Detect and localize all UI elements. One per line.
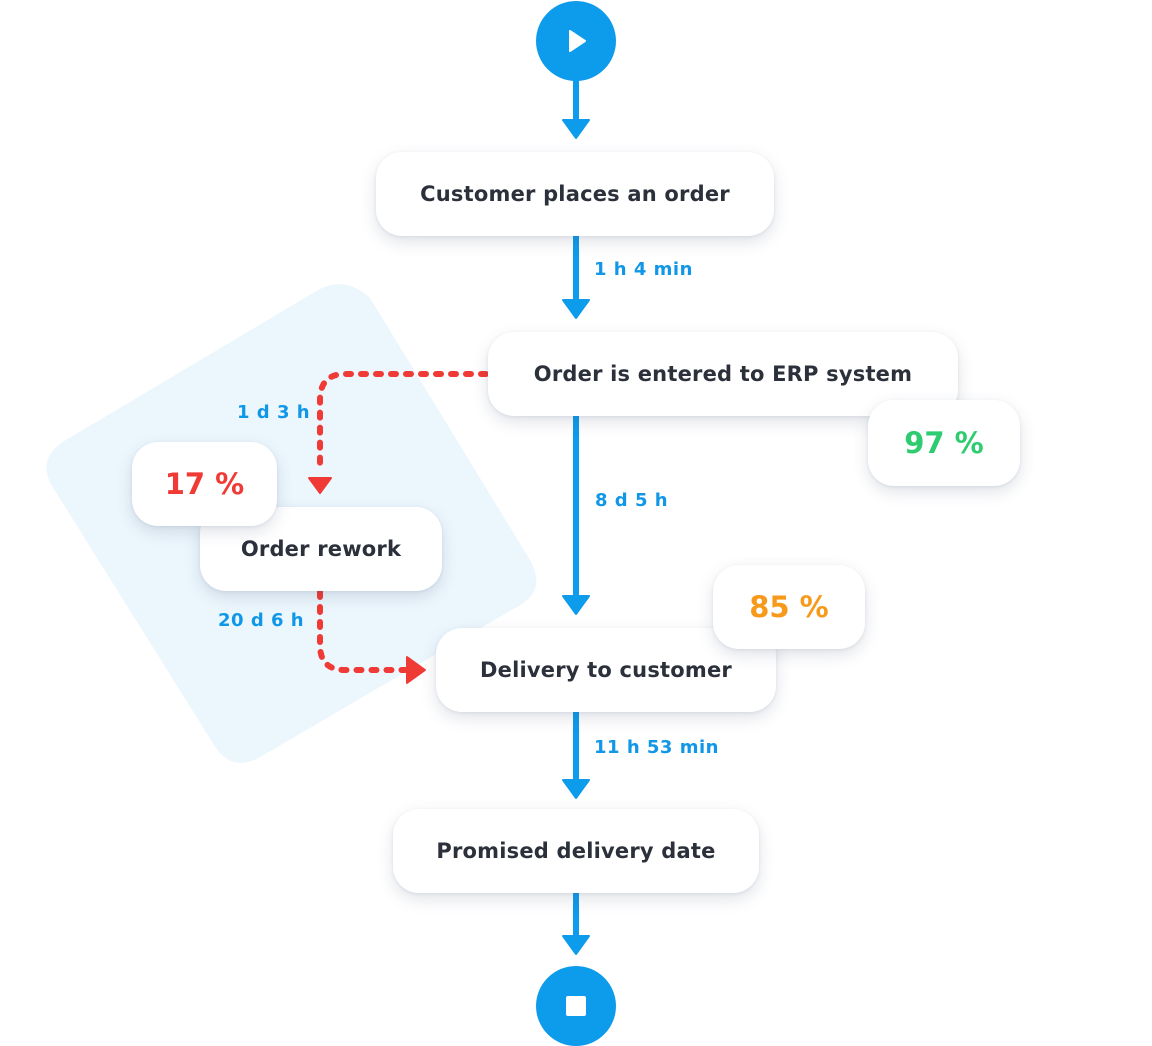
end-node[interactable] (536, 966, 616, 1046)
stop-icon (566, 996, 586, 1016)
node-label: Promised delivery date (436, 839, 716, 863)
percentage-value: 97 % (904, 426, 984, 460)
edge-start-to-order (562, 80, 590, 139)
node-label: Order is entered to ERP system (533, 362, 913, 386)
duration-order-to-erp: 1 h 4 min (594, 259, 693, 280)
play-icon (569, 30, 586, 52)
edge-erp-to-delivery (562, 415, 590, 615)
duration-rework-to-delivery: 20 d 6 h (218, 610, 305, 631)
percentage-value: 17 % (164, 467, 245, 501)
node-label: Order rework (240, 537, 402, 561)
node-label: Customer places an order (420, 182, 730, 206)
percentage-value: 85 % (749, 590, 829, 624)
percentage-badge-rework: 17 % (132, 442, 277, 526)
percentage-badge-delivery: 85 % (713, 565, 865, 649)
start-node[interactable] (536, 1, 616, 81)
edge-order-to-erp (562, 236, 590, 319)
duration-erp-to-rework: 1 d 3 h (237, 402, 311, 423)
node-promised-delivery-date[interactable]: Promised delivery date (393, 809, 759, 893)
node-customer-places-order[interactable]: Customer places an order (376, 152, 774, 236)
edge-delivery-to-promised (562, 712, 590, 799)
edge-promised-to-end (562, 893, 590, 955)
percentage-badge-erp: 97 % (868, 400, 1020, 486)
node-label: Delivery to customer (480, 658, 732, 682)
duration-erp-to-delivery: 8 d 5 h (595, 490, 669, 511)
edge-rework-to-delivery (317, 589, 426, 684)
edge-erp-to-rework (308, 371, 489, 494)
duration-delivery-to-promised: 11 h 53 min (594, 737, 719, 758)
